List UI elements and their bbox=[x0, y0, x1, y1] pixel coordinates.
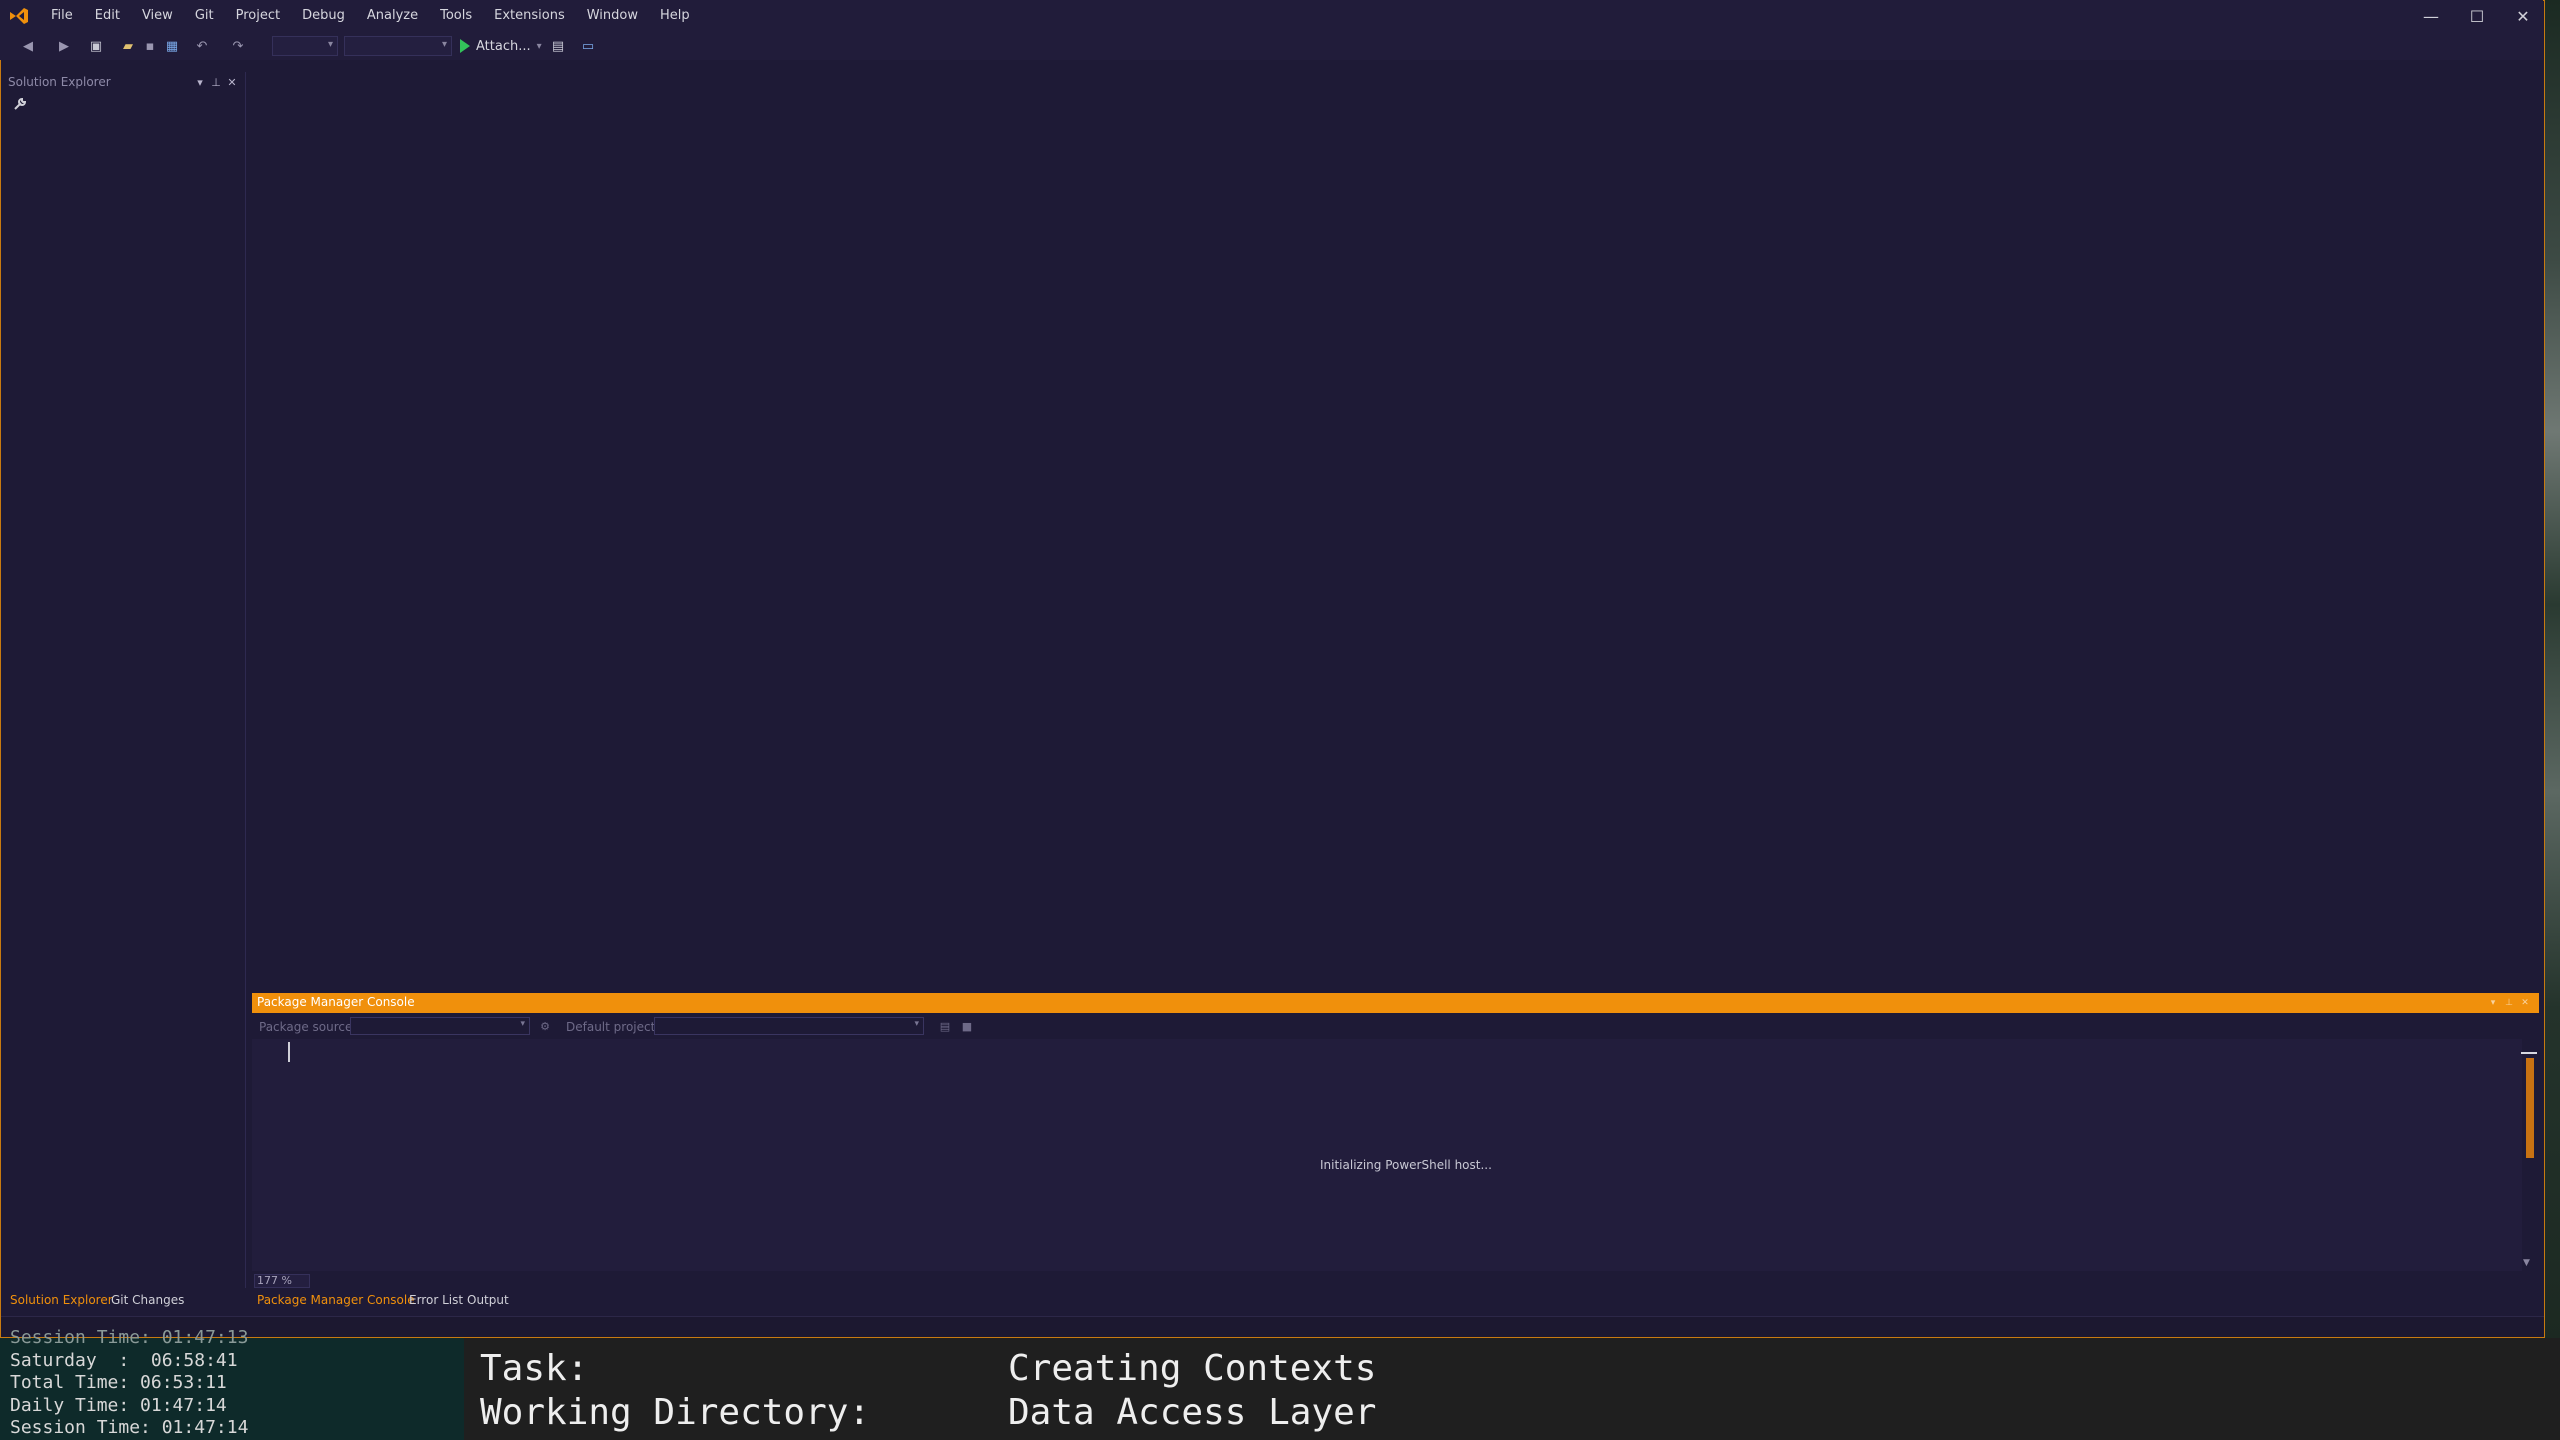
chevron-down-icon[interactable]: ▾ bbox=[192, 74, 208, 90]
desktop-background bbox=[2545, 0, 2560, 1440]
working-directory-label: Working Directory: bbox=[480, 1392, 871, 1433]
scroll-position-marker bbox=[2521, 1052, 2537, 1054]
day-clock: Saturday : 06:58:41 bbox=[10, 1350, 238, 1371]
open-file-icon[interactable]: ▰ bbox=[118, 36, 138, 56]
solution-explorer-panel bbox=[2, 72, 246, 1288]
attach-label: Attach... bbox=[476, 38, 531, 54]
new-project-icon[interactable]: ▣ bbox=[86, 36, 106, 56]
navigate-forward-icon[interactable]: ▶ bbox=[54, 36, 74, 56]
working-directory-value: Data Access Layer bbox=[1008, 1392, 1377, 1433]
task-value: Creating Contexts bbox=[1008, 1348, 1377, 1389]
session-time: Session Time: 01:47:14 bbox=[10, 1417, 249, 1438]
pmc-header bbox=[252, 993, 2539, 1013]
menu-tools[interactable]: Tools bbox=[429, 0, 483, 32]
zoom-level-dropdown[interactable]: 177 % bbox=[254, 1274, 310, 1288]
tab-output[interactable]: Output bbox=[467, 1291, 509, 1309]
package-source-dropdown[interactable]: ▾ bbox=[350, 1017, 530, 1035]
navigate-back-icon[interactable]: ◀ bbox=[18, 36, 38, 56]
default-project-dropdown[interactable]: ▾ bbox=[654, 1017, 924, 1035]
play-icon bbox=[460, 39, 470, 53]
chevron-down-icon: ▾ bbox=[914, 1019, 919, 1029]
status-bar bbox=[1, 1316, 2544, 1337]
menu-analyze[interactable]: Analyze bbox=[356, 0, 429, 32]
menu-window[interactable]: Window bbox=[576, 0, 649, 32]
configuration-dropdown[interactable]: ▾ bbox=[272, 36, 338, 56]
save-icon[interactable]: ▪ bbox=[140, 36, 160, 56]
menu-edit[interactable]: Edit bbox=[84, 0, 131, 32]
menu-debug[interactable]: Debug bbox=[291, 0, 356, 32]
tab-solution-explorer[interactable]: Solution Explorer bbox=[10, 1291, 113, 1309]
chevron-down-icon: ▾ bbox=[536, 40, 542, 52]
total-time: Total Time: 06:53:11 bbox=[10, 1372, 227, 1393]
menu-project[interactable]: Project bbox=[225, 0, 291, 32]
editor-area bbox=[250, 72, 2540, 992]
menu-file[interactable]: File bbox=[40, 0, 84, 32]
pmc-status-text: Initializing PowerShell host... bbox=[1320, 1158, 1492, 1172]
scrollbar-thumb[interactable] bbox=[2526, 1058, 2534, 1158]
maximize-button[interactable]: ☐ bbox=[2454, 0, 2500, 32]
browser-link-icon[interactable]: ▤ bbox=[548, 36, 568, 56]
default-project-label: Default project: bbox=[566, 1020, 660, 1034]
redo-icon[interactable]: ↷ bbox=[228, 36, 248, 56]
menu-extensions[interactable]: Extensions bbox=[483, 0, 576, 32]
close-button[interactable]: ✕ bbox=[2500, 0, 2546, 32]
daily-time: Daily Time: 01:47:14 bbox=[10, 1395, 227, 1416]
close-icon[interactable]: ✕ bbox=[224, 74, 240, 90]
menu-git[interactable]: Git bbox=[184, 0, 225, 32]
save-all-icon[interactable]: ▦ bbox=[162, 36, 182, 56]
chevron-down-icon: ▾ bbox=[520, 1019, 525, 1029]
menu-view[interactable]: View bbox=[131, 0, 184, 32]
clear-console-icon[interactable]: ▤ bbox=[938, 1019, 952, 1033]
platform-dropdown[interactable]: ▾ bbox=[344, 36, 452, 56]
pmc-title: Package Manager Console bbox=[257, 995, 415, 1009]
chevron-down-icon[interactable]: ▾ bbox=[2486, 995, 2500, 1011]
attach-button[interactable]: Attach... ▾ bbox=[460, 36, 542, 56]
settings-icon[interactable]: ⚙ bbox=[538, 1019, 552, 1033]
window-layout-icon[interactable]: ▭ bbox=[578, 36, 598, 56]
stop-icon[interactable]: ■ bbox=[960, 1019, 974, 1033]
pin-icon[interactable]: ⊥ bbox=[2502, 995, 2516, 1011]
visual-studio-logo-icon[interactable] bbox=[8, 6, 30, 26]
package-source-label: Package source: bbox=[259, 1020, 357, 1034]
task-label: Task: bbox=[480, 1348, 589, 1389]
pin-icon[interactable]: ⊥ bbox=[208, 74, 224, 90]
minimize-button[interactable]: — bbox=[2408, 0, 2454, 32]
chevron-down-icon: ▾ bbox=[441, 39, 447, 50]
pmc-console-output[interactable] bbox=[252, 1039, 2522, 1271]
pmc-horizontal-scrollbar[interactable] bbox=[252, 1272, 2540, 1288]
menu-bar: File Edit View Git Project Debug Analyze… bbox=[40, 0, 701, 32]
tab-git-changes[interactable]: Git Changes bbox=[111, 1291, 184, 1309]
undo-icon[interactable]: ↶ bbox=[192, 36, 212, 56]
solution-explorer-title: Solution Explorer bbox=[8, 75, 111, 89]
close-icon[interactable]: ✕ bbox=[2518, 995, 2532, 1011]
wrench-icon[interactable] bbox=[12, 96, 30, 114]
scroll-down-icon[interactable]: ▼ bbox=[2523, 1258, 2530, 1268]
tab-package-manager-console[interactable]: Package Manager Console bbox=[257, 1291, 415, 1309]
session-time-previous: Session Time: 01:47:13 bbox=[10, 1327, 249, 1348]
tab-error-list[interactable]: Error List bbox=[409, 1291, 463, 1309]
text-caret bbox=[288, 1042, 290, 1062]
menu-help[interactable]: Help bbox=[649, 0, 701, 32]
chevron-down-icon: ▾ bbox=[327, 39, 333, 50]
